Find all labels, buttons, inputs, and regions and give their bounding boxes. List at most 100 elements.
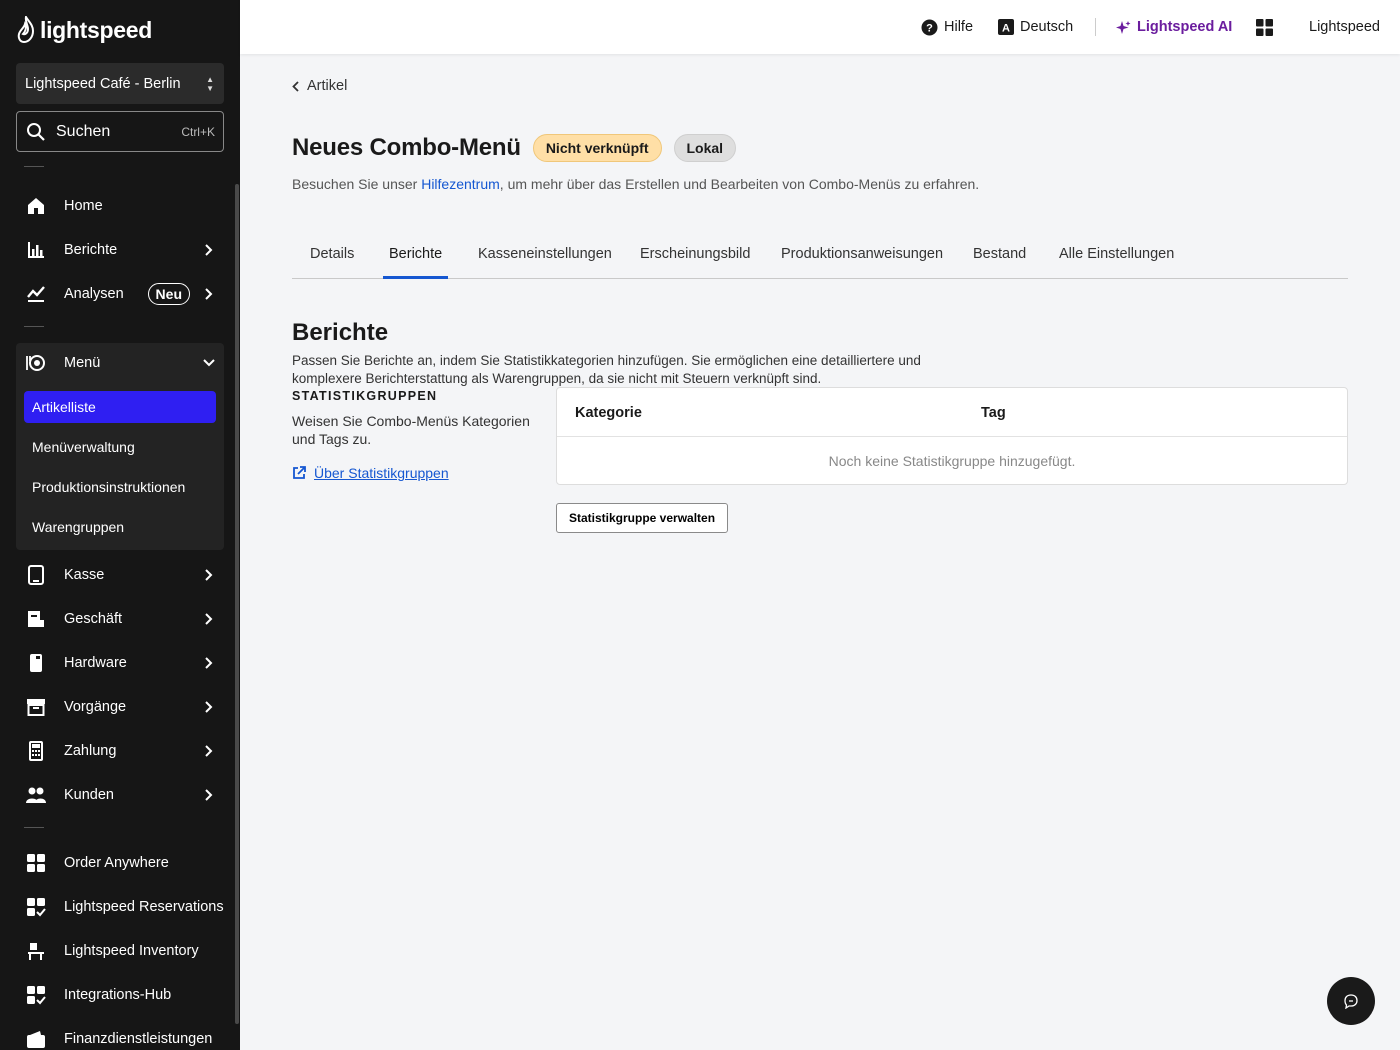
sidebar-item-home[interactable]: Home <box>16 186 224 226</box>
menu-group: Menü Artikelliste Menüverwaltung Produkt… <box>16 343 224 550</box>
tab-kasseneinstellungen[interactable]: Kasseneinstellungen <box>478 238 612 279</box>
sidebar-item-label: Zahlung <box>64 743 117 759</box>
sidebar-item-geschaeft[interactable]: Geschäft <box>16 599 224 639</box>
statistics-groups-table: Kategorie Tag Noch keine Statistikgruppe… <box>556 387 1348 485</box>
chevron-right-icon <box>200 789 218 801</box>
account-label: Lightspeed <box>1309 19 1380 35</box>
tab-details[interactable]: Details <box>310 238 354 279</box>
statistics-groups-heading: STATISTIKGRUPPEN <box>292 389 438 403</box>
flame-logo-icon <box>17 16 35 44</box>
tab-bestand[interactable]: Bestand <box>973 238 1026 279</box>
divider <box>24 326 44 327</box>
sidebar-item-inventory[interactable]: Lightspeed Inventory <box>16 931 224 971</box>
sidebar: lightspeed Lightspeed Café - Berlin ▲ ▼ S… <box>0 0 240 1050</box>
sidebar-item-menu[interactable]: Menü <box>16 343 224 383</box>
device-icon <box>25 652 47 674</box>
help-button[interactable]: ? Hilfe <box>921 0 973 54</box>
manage-statistics-group-button[interactable]: Statistikgruppe verwalten <box>556 503 729 533</box>
help-center-link[interactable]: Hilfezentrum <box>421 176 500 192</box>
column-header-tag[interactable]: Tag <box>981 388 1006 437</box>
sidebar-item-order-anywhere[interactable]: Order Anywhere <box>16 843 224 883</box>
sidebar-item-kasse[interactable]: Kasse <box>16 555 224 595</box>
chevron-down-icon <box>200 359 218 367</box>
grid-check-icon <box>25 984 47 1006</box>
tab-berichte[interactable]: Berichte <box>383 238 449 279</box>
grid-plus-icon <box>25 852 47 874</box>
chat-button[interactable] <box>1327 977 1375 1025</box>
lightspeed-logo[interactable]: lightspeed <box>16 16 152 44</box>
section-description: Passen Sie Berichte an, indem Sie Statis… <box>292 353 921 386</box>
sidebar-item-label: Analysen <box>64 286 124 302</box>
title-row: Neues Combo-Menü Nicht verknüpft Lokal <box>292 134 737 162</box>
sidebar-item-label: Integrations-Hub <box>64 987 172 1003</box>
topbar-separator <box>1095 18 1096 36</box>
sidebar-item-finanzdienstleistungen[interactable]: Finanzdienstleistungen <box>16 1019 224 1050</box>
inventory-icon <box>25 940 47 962</box>
sidebar-item-label: Hardware <box>64 655 127 671</box>
topbar: ? Hilfe A Deutsch Lightspeed AI Lightspe… <box>240 0 1400 54</box>
divider <box>24 166 44 167</box>
sidebar-item-label: Menü <box>64 355 101 371</box>
sidebar-item-integrations-hub[interactable]: Integrations-Hub <box>16 975 224 1015</box>
about-statistics-groups-link[interactable]: Über Statistikgruppen <box>292 465 449 481</box>
sidebar-subitem-produktionsinstruktionen[interactable]: Produktionsinstruktionen <box>24 471 216 503</box>
grid-check-icon <box>25 896 47 918</box>
chevron-right-icon <box>200 288 218 300</box>
column-header-kategorie[interactable]: Kategorie <box>575 388 642 437</box>
sidebar-item-vorgaenge[interactable]: Vorgänge <box>16 687 224 727</box>
help-circle-icon: ? <box>921 19 938 35</box>
back-label: Artikel <box>307 78 348 94</box>
sidebar-subitem-warengruppen[interactable]: Warengruppen <box>24 511 216 543</box>
search-input[interactable]: Suchen Ctrl+K <box>16 111 224 152</box>
language-icon: A <box>998 19 1014 35</box>
scope-badge: Lokal <box>673 134 737 162</box>
tab-produktionsanweisungen[interactable]: Produktionsanweisungen <box>781 238 943 279</box>
search-label: Suchen <box>56 122 111 140</box>
sidebar-item-label: Vorgänge <box>64 699 127 715</box>
language-button[interactable]: A Deutsch <box>998 0 1073 54</box>
help-text: Besuchen Sie unser Hilfezentrum, um mehr… <box>292 176 979 192</box>
help-text-suffix: , um mehr über das Erstellen und Bearbei… <box>499 176 980 192</box>
sidebar-item-berichte[interactable]: Berichte <box>16 230 224 270</box>
apps-grid-button[interactable] <box>1256 0 1273 54</box>
store-selector[interactable]: Lightspeed Café - Berlin ▲ ▼ <box>16 63 224 104</box>
sidebar-scrollbar[interactable] <box>235 184 239 1024</box>
tablet-icon <box>25 564 47 586</box>
chevron-right-icon <box>200 244 218 256</box>
wallet-icon <box>25 1028 47 1050</box>
divider <box>24 827 44 828</box>
sidebar-item-label: Geschäft <box>64 611 123 627</box>
sidebar-item-label: Lightspeed Inventory <box>64 943 199 959</box>
sidebar-item-label: Order Anywhere <box>64 855 169 871</box>
help-label: Hilfe <box>944 19 974 35</box>
sidebar-item-hardware[interactable]: Hardware <box>16 643 224 683</box>
language-label: Deutsch <box>1020 19 1074 35</box>
table-empty-state: Noch keine Statistikgruppe hinzugefügt. <box>828 453 1076 469</box>
help-text-prefix: Besuchen Sie unser <box>292 176 422 192</box>
status-badge: Nicht verknüpft <box>532 134 662 162</box>
sidebar-item-kunden[interactable]: Kunden <box>16 775 224 815</box>
back-link[interactable]: Artikel <box>292 78 347 94</box>
sidebar-item-label: Finanzdienstleistungen <box>64 1031 213 1047</box>
sidebar-subitem-menueverwaltung[interactable]: Menüverwaltung <box>24 431 216 463</box>
page-title: Neues Combo-Menü <box>292 134 521 161</box>
account-menu[interactable]: Lightspeed <box>1309 0 1380 54</box>
sparkle-icon <box>1116 20 1131 34</box>
sidebar-item-label: Home <box>64 198 103 214</box>
calculator-icon <box>25 740 47 762</box>
sidebar-item-reservations[interactable]: Lightspeed Reservations <box>16 887 224 927</box>
sidebar-item-zahlung[interactable]: Zahlung <box>16 731 224 771</box>
chevron-left-icon <box>292 80 299 92</box>
apps-grid-icon <box>1256 18 1273 36</box>
table-header: Kategorie Tag <box>557 388 1347 437</box>
chat-icon <box>1344 994 1358 1009</box>
sidebar-subitem-artikelliste[interactable]: Artikelliste <box>24 391 216 423</box>
tab-erscheinungsbild[interactable]: Erscheinungsbild <box>640 238 750 279</box>
sidebar-item-analysen[interactable]: Analysen Neu <box>16 274 224 314</box>
lightspeed-ai-button[interactable]: Lightspeed AI <box>1116 0 1232 54</box>
archive-icon <box>25 696 47 718</box>
bar-chart-icon <box>25 239 47 261</box>
tab-alle-einstellungen[interactable]: Alle Einstellungen <box>1059 238 1174 279</box>
chevron-right-icon <box>200 701 218 713</box>
trend-icon <box>25 283 47 305</box>
